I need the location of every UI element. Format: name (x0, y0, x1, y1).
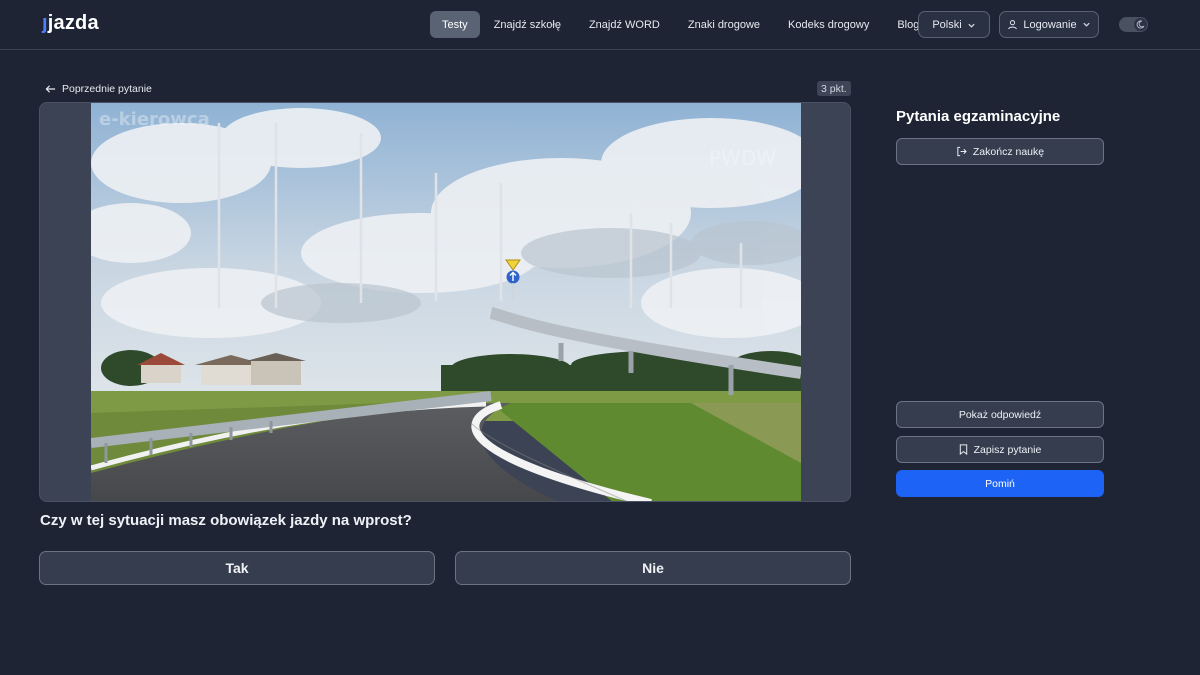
show-answer-label: Pokaż odpowiedź (958, 408, 1042, 421)
moon-icon (1136, 20, 1145, 29)
skip-button[interactable]: Pomiń (896, 470, 1104, 497)
answer-no-button[interactable]: Nie (455, 551, 851, 585)
nav-item-traffic-code[interactable]: Kodeks drogowy (774, 11, 883, 38)
skip-label: Pomiń (985, 477, 1015, 490)
chevron-down-icon (1082, 22, 1090, 27)
user-icon (1008, 20, 1018, 30)
theme-toggle-knob (1134, 18, 1147, 31)
show-answer-button[interactable]: Pokaż odpowiedź (896, 401, 1104, 428)
previous-question-label: Poprzednie pytanie (62, 82, 152, 95)
answer-yes-button[interactable]: Tak (39, 551, 435, 585)
main-nav: Testy Znajdź szkołę Znajdź WORD Znaki dr… (430, 11, 933, 38)
language-label: Polski (932, 18, 962, 31)
nav-item-road-signs[interactable]: Znaki drogowe (674, 11, 774, 38)
question-text: Czy w tej sytuacji masz obowiązek jazdy … (40, 512, 412, 529)
road-scene-image: e-kierowca PWDW (91, 103, 801, 501)
nav-item-find-school[interactable]: Znajdź szkołę (480, 11, 575, 38)
watermark-e-kierowca: e-kierowca (99, 109, 210, 130)
question-media: e-kierowca PWDW (39, 102, 851, 502)
language-select[interactable]: Polski (918, 11, 990, 38)
login-button[interactable]: Logowanie (999, 11, 1099, 38)
nav-item-testy[interactable]: Testy (430, 11, 480, 38)
points-badge: 3 pkt. (817, 81, 851, 96)
save-question-label: Zapisz pytanie (973, 443, 1042, 456)
theme-toggle[interactable] (1119, 17, 1148, 32)
logo-text: jazda (47, 12, 99, 34)
end-learning-label: Zakończ naukę (972, 145, 1045, 158)
panel-title: Pytania egzaminacyjne (896, 108, 1061, 125)
nav-item-find-word[interactable]: Znajdź WORD (575, 11, 674, 38)
previous-question-link[interactable]: Poprzednie pytanie (45, 81, 152, 96)
arrow-left-icon (45, 84, 56, 93)
logo[interactable]: ȷ jazda (42, 12, 99, 35)
login-label: Logowanie (1023, 18, 1077, 31)
watermark-pwdw: PWDW (709, 146, 776, 170)
top-navigation-bar: ȷ jazda Testy Znajdź szkołę Znajdź WORD Z… (0, 0, 1200, 50)
end-learning-button[interactable]: Zakończ naukę (896, 138, 1104, 165)
bookmark-icon (959, 444, 967, 455)
logout-icon (957, 146, 967, 157)
chevron-down-icon (968, 23, 975, 28)
save-question-button[interactable]: Zapisz pytanie (896, 436, 1104, 463)
